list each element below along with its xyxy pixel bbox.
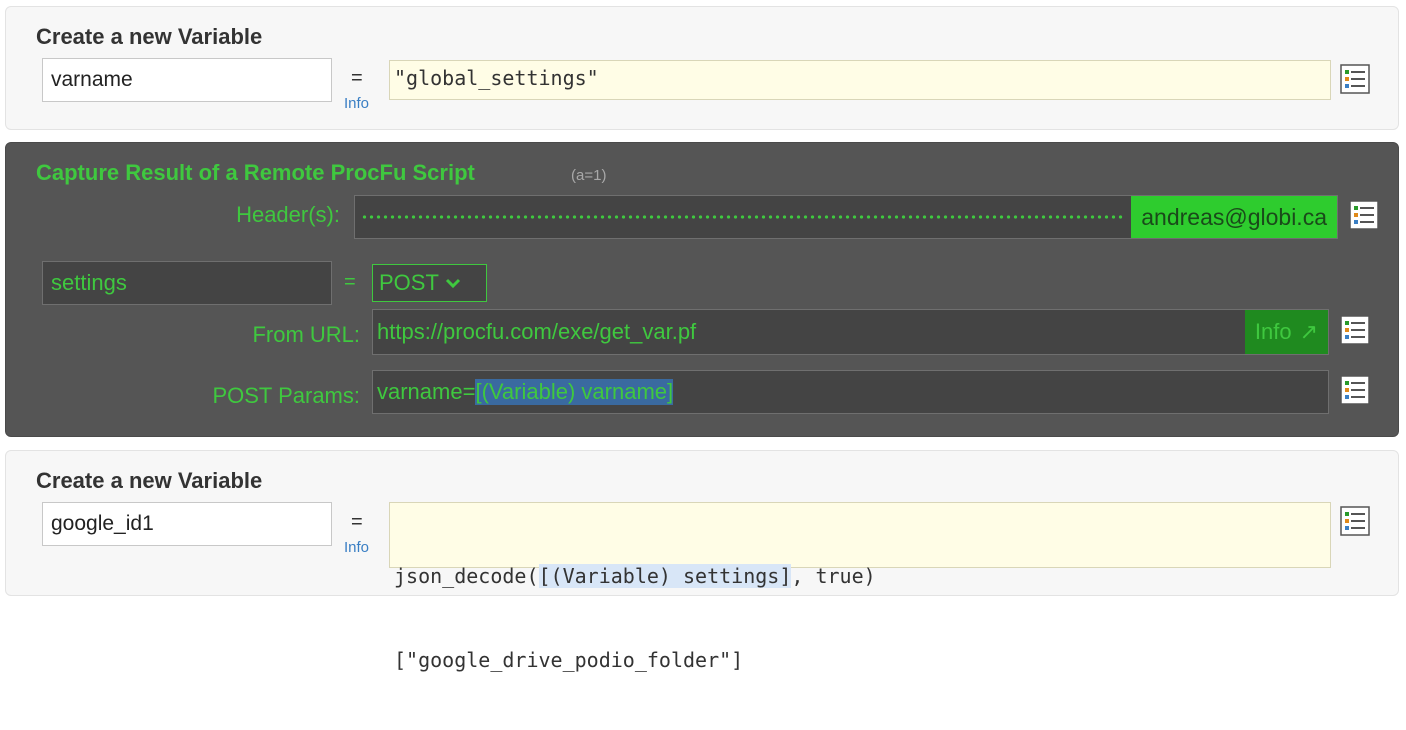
url-text: https://procfu.com/exe/get_var.pf	[377, 319, 697, 344]
post-params-label: POST Params:	[212, 383, 360, 408]
post-params-input[interactable]: varname= [(Variable) varname]	[372, 370, 1329, 414]
masked-header-dots	[361, 215, 1126, 219]
expr-suffix: , true)	[791, 564, 876, 588]
headers-input[interactable]: andreas@globi.ca	[354, 195, 1338, 239]
external-link-icon: ↗	[1299, 319, 1318, 344]
url-label: From URL:	[252, 322, 360, 347]
list-menu-icon[interactable]	[1340, 506, 1370, 536]
info-link[interactable]: Info	[344, 95, 369, 112]
panel-subtitle: (a=1)	[571, 167, 607, 184]
list-menu-icon[interactable]	[1349, 200, 1379, 230]
equals-sign: =	[351, 511, 363, 533]
headers-label: Header(s):	[236, 202, 340, 227]
variable-token: [(Variable) settings]	[538, 564, 792, 588]
variable-name-input[interactable]: settings	[42, 261, 332, 305]
create-variable-panel-1: Create a new Variable varname = Info "gl…	[5, 6, 1399, 130]
variable-name-input[interactable]: varname	[42, 58, 332, 102]
panel-title: Create a new Variable	[36, 24, 263, 49]
panel-title: Capture Result of a Remote ProcFu Script	[36, 160, 475, 185]
url-input[interactable]: https://procfu.com/exe/get_var.pf Info ↗	[372, 309, 1329, 355]
header-email-chip: andreas@globi.ca	[1131, 196, 1337, 238]
info-link[interactable]: Info	[344, 539, 369, 556]
panel-title: Create a new Variable	[36, 468, 263, 493]
equals-sign: =	[351, 67, 363, 89]
expression-line-2: ["google_drive_podio_folder"]	[394, 648, 744, 672]
list-menu-icon[interactable]	[1340, 375, 1370, 405]
expr-prefix: json_decode(	[394, 564, 539, 588]
equals-sign: =	[344, 271, 356, 293]
list-menu-icon[interactable]	[1340, 64, 1370, 94]
expression-input[interactable]: "global_settings"	[389, 60, 1331, 100]
create-variable-panel-2: Create a new Variable google_id1 = Info …	[5, 450, 1399, 672]
expression-input[interactable]: json_decode([(Variable) settings], true)…	[389, 502, 1331, 672]
url-info-button[interactable]: Info ↗	[1244, 310, 1328, 354]
params-prefix: varname=	[377, 379, 476, 404]
variable-name-input[interactable]: google_id1	[42, 502, 332, 546]
expression-line-1: json_decode([(Variable) settings], true)	[394, 562, 1326, 590]
method-select[interactable]: POST	[372, 264, 487, 302]
capture-remote-script-panel: Capture Result of a Remote ProcFu Script…	[5, 142, 1399, 437]
params-variable-token: [(Variable) varname]	[475, 379, 674, 405]
chevron-down-icon	[445, 278, 460, 289]
list-menu-icon[interactable]	[1340, 315, 1370, 345]
info-button-label: Info	[1254, 319, 1292, 344]
method-select-value: POST	[379, 270, 439, 295]
